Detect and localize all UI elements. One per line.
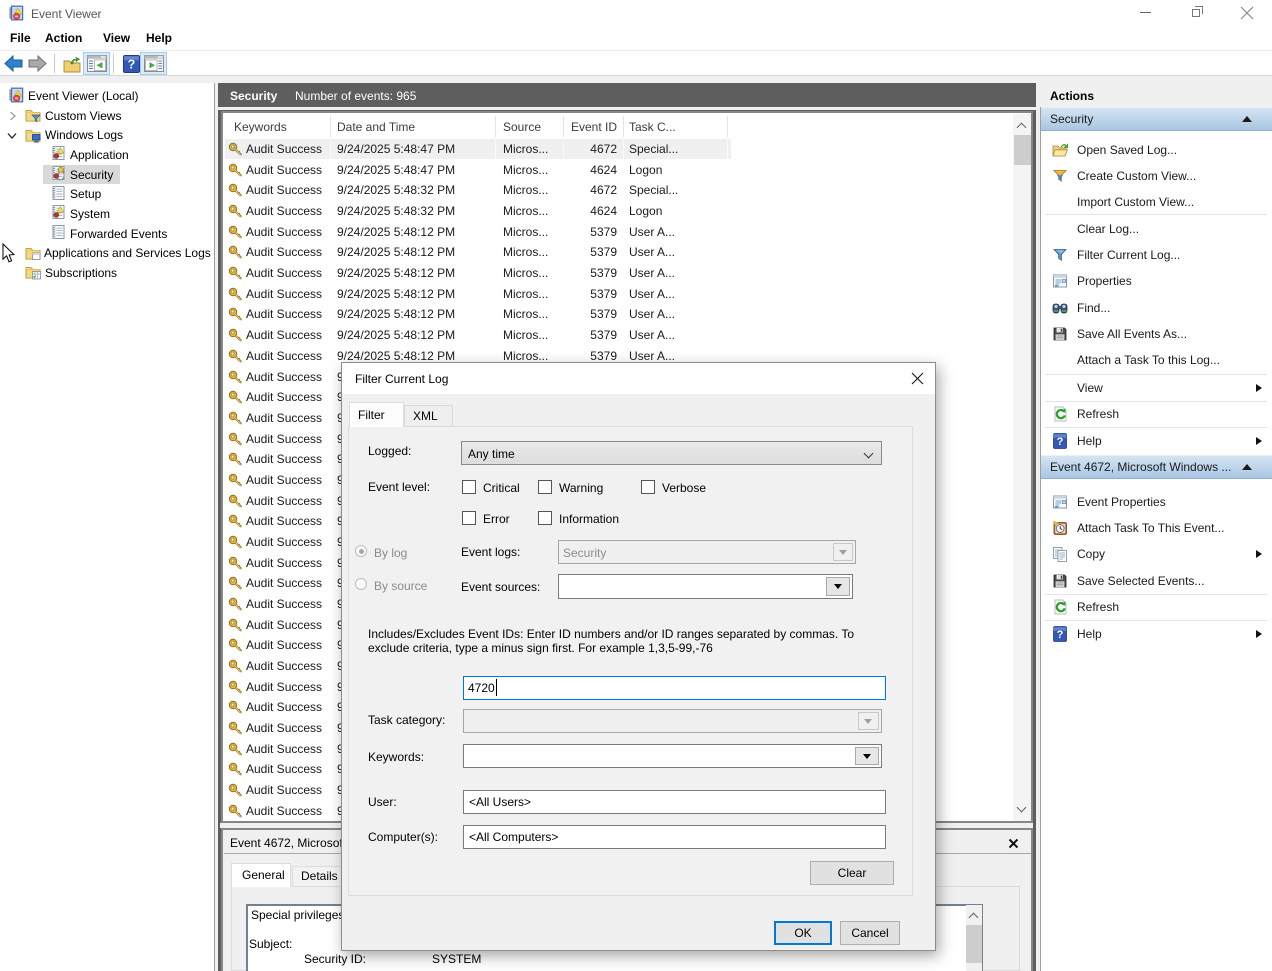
svg-text:?: ? bbox=[1057, 629, 1064, 641]
svg-text:?: ? bbox=[1057, 436, 1064, 448]
svg-text:?: ? bbox=[128, 58, 136, 72]
